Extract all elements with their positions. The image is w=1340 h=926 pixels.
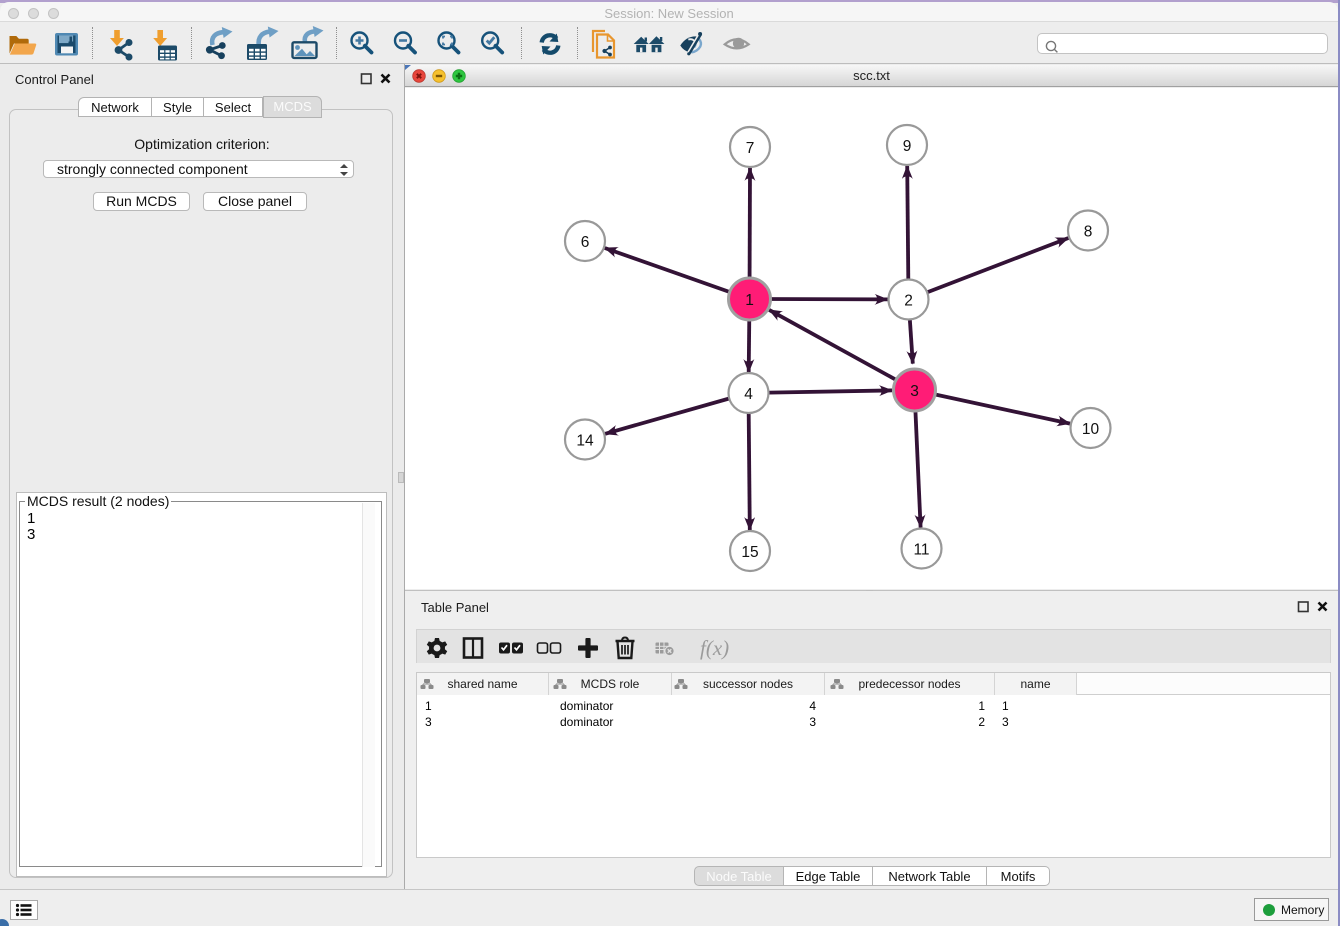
svg-text:2: 2: [904, 293, 913, 310]
svg-text:4: 4: [744, 386, 753, 403]
svg-text:1: 1: [745, 292, 754, 309]
svg-text:14: 14: [576, 433, 594, 450]
svg-text:9: 9: [903, 138, 912, 155]
svg-text:11: 11: [913, 542, 929, 559]
svg-text:10: 10: [1082, 421, 1100, 438]
svg-text:f(x): f(x): [700, 636, 729, 660]
svg-text:3: 3: [910, 383, 919, 400]
svg-text:6: 6: [581, 234, 590, 251]
svg-text:8: 8: [1084, 224, 1093, 241]
svg-text:7: 7: [746, 140, 755, 157]
svg-text:15: 15: [741, 544, 758, 561]
